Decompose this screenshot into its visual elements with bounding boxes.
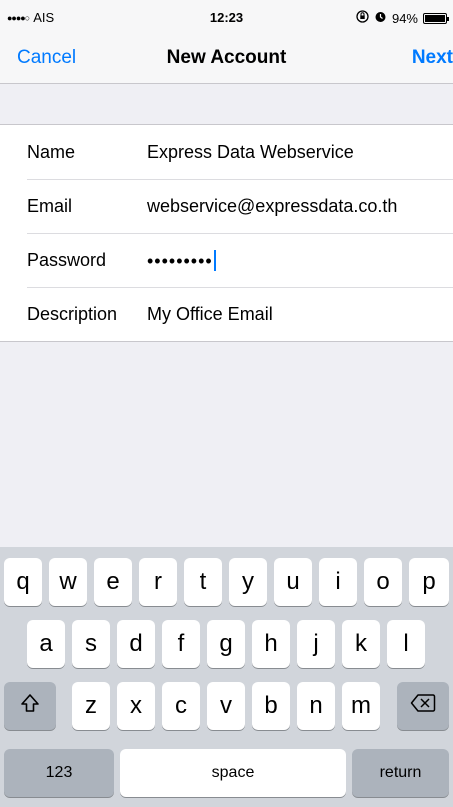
status-bar: ●●●●○ AIS 12:23 94% bbox=[0, 0, 453, 34]
key-k[interactable]: k bbox=[342, 620, 380, 668]
text-cursor bbox=[213, 250, 216, 271]
key-c[interactable]: c bbox=[162, 682, 200, 730]
delete-icon bbox=[410, 692, 436, 720]
battery-percent: 94% bbox=[391, 10, 418, 26]
key-s[interactable]: s bbox=[72, 620, 110, 668]
alarm-icon bbox=[374, 10, 387, 26]
numbers-key[interactable]: 123 bbox=[4, 749, 114, 797]
page-title: New Account bbox=[166, 47, 287, 68]
key-r[interactable]: r bbox=[139, 558, 177, 606]
key-w[interactable]: w bbox=[49, 558, 87, 606]
description-field[interactable]: My Office Email bbox=[147, 304, 273, 325]
name-row[interactable]: Name Express Data Webservice bbox=[0, 125, 453, 179]
key-v[interactable]: v bbox=[207, 682, 245, 730]
email-field[interactable]: webservice@expressdata.co.th bbox=[147, 196, 397, 217]
rotation-lock-icon bbox=[356, 10, 369, 26]
password-row[interactable]: Password ••••••••• bbox=[0, 233, 453, 287]
name-label: Name bbox=[27, 142, 76, 162]
space-key[interactable]: space bbox=[120, 749, 346, 797]
key-y[interactable]: y bbox=[229, 558, 267, 606]
key-q[interactable]: q bbox=[4, 558, 42, 606]
key-t[interactable]: t bbox=[184, 558, 222, 606]
key-e[interactable]: e bbox=[94, 558, 132, 606]
key-d[interactable]: d bbox=[117, 620, 155, 668]
battery-icon bbox=[423, 12, 449, 24]
delete-key[interactable] bbox=[397, 682, 449, 730]
status-right: 94% bbox=[356, 10, 449, 26]
key-n[interactable]: n bbox=[297, 682, 335, 730]
key-a[interactable]: a bbox=[27, 620, 65, 668]
key-j[interactable]: j bbox=[297, 620, 335, 668]
key-h[interactable]: h bbox=[252, 620, 290, 668]
key-o[interactable]: o bbox=[364, 558, 402, 606]
shift-icon bbox=[19, 692, 41, 721]
shift-key[interactable] bbox=[4, 682, 56, 730]
name-field[interactable]: Express Data Webservice bbox=[147, 142, 354, 163]
password-dots: ••••••••• bbox=[147, 251, 213, 271]
key-l[interactable]: l bbox=[387, 620, 425, 668]
password-field[interactable]: ••••••••• bbox=[147, 250, 216, 272]
description-row[interactable]: Description My Office Email bbox=[0, 287, 453, 341]
email-label: Email bbox=[27, 196, 73, 216]
key-g[interactable]: g bbox=[207, 620, 245, 668]
key-u[interactable]: u bbox=[274, 558, 312, 606]
key-i[interactable]: i bbox=[319, 558, 357, 606]
description-label: Description bbox=[27, 304, 118, 324]
password-label: Password bbox=[27, 250, 107, 270]
key-f[interactable]: f bbox=[162, 620, 200, 668]
email-row[interactable]: Email webservice@expressdata.co.th bbox=[0, 179, 453, 233]
keyboard: q w e r t y u i o p a s d f g h j k l z … bbox=[0, 547, 453, 807]
key-p[interactable]: p bbox=[409, 558, 449, 606]
navigation-bar: Cancel New Account Next bbox=[0, 34, 453, 84]
key-b[interactable]: b bbox=[252, 682, 290, 730]
key-z[interactable]: z bbox=[72, 682, 110, 730]
next-button[interactable]: Next bbox=[412, 47, 453, 69]
key-x[interactable]: x bbox=[117, 682, 155, 730]
key-m[interactable]: m bbox=[342, 682, 380, 730]
return-key[interactable]: return bbox=[352, 749, 449, 797]
account-form: Name Express Data Webservice Email webse… bbox=[0, 124, 453, 342]
